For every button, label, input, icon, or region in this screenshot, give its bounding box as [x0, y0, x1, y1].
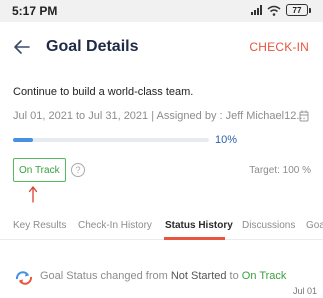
- battery-level: 77: [286, 4, 308, 16]
- page-title: Goal Details: [46, 38, 139, 55]
- history-text: Goal Status changed from Not Started to …: [40, 270, 286, 282]
- goal-meta: Jul 01, 2021 to Jul 31, 2021 | Assigned …: [13, 110, 306, 122]
- tab-goals[interactable]: Goa: [306, 220, 323, 231]
- app-header: Goal Details CHECK-IN: [0, 22, 323, 72]
- status-icons: 77: [251, 4, 311, 16]
- status-bar: 5:17 PM 77: [0, 0, 323, 22]
- checkin-button[interactable]: CHECK-IN: [249, 40, 309, 54]
- active-tab-indicator: [164, 237, 225, 240]
- signal-icon: [251, 5, 262, 15]
- goal-title: Continue to build a world-class team.: [13, 86, 194, 98]
- history-middle: to: [226, 270, 242, 282]
- calendar-icon[interactable]: [299, 110, 309, 122]
- tab-checkin-history[interactable]: Check-In History: [78, 220, 152, 231]
- target-text: Target: 100 %: [249, 165, 311, 176]
- back-arrow-icon[interactable]: [12, 37, 32, 57]
- progress-fill: [13, 138, 33, 142]
- tab-discussions[interactable]: Discussions: [242, 220, 295, 231]
- up-arrow-icon: [28, 186, 38, 203]
- history-date: Jul 01: [292, 286, 317, 296]
- history-to-status: On Track: [241, 270, 287, 282]
- history-from-status: Not Started: [170, 270, 227, 282]
- progress-value: 10%: [215, 134, 238, 146]
- history-prefix: Goal Status changed from: [40, 270, 171, 282]
- tab-status-history[interactable]: Status History: [165, 220, 233, 231]
- list-item: Goal Status changed from Not Started to …: [0, 262, 323, 298]
- tab-key-results[interactable]: Key Results: [13, 220, 66, 231]
- status-time: 5:17 PM: [12, 4, 58, 18]
- help-icon[interactable]: ?: [71, 163, 85, 177]
- wifi-icon: [267, 5, 281, 16]
- refresh-icon: [15, 271, 33, 285]
- tab-bar: Key Results Check-In History Status Hist…: [0, 212, 323, 240]
- status-badge[interactable]: On Track: [13, 158, 66, 182]
- battery-icon: 77: [286, 4, 311, 16]
- progress-bar: [13, 138, 209, 142]
